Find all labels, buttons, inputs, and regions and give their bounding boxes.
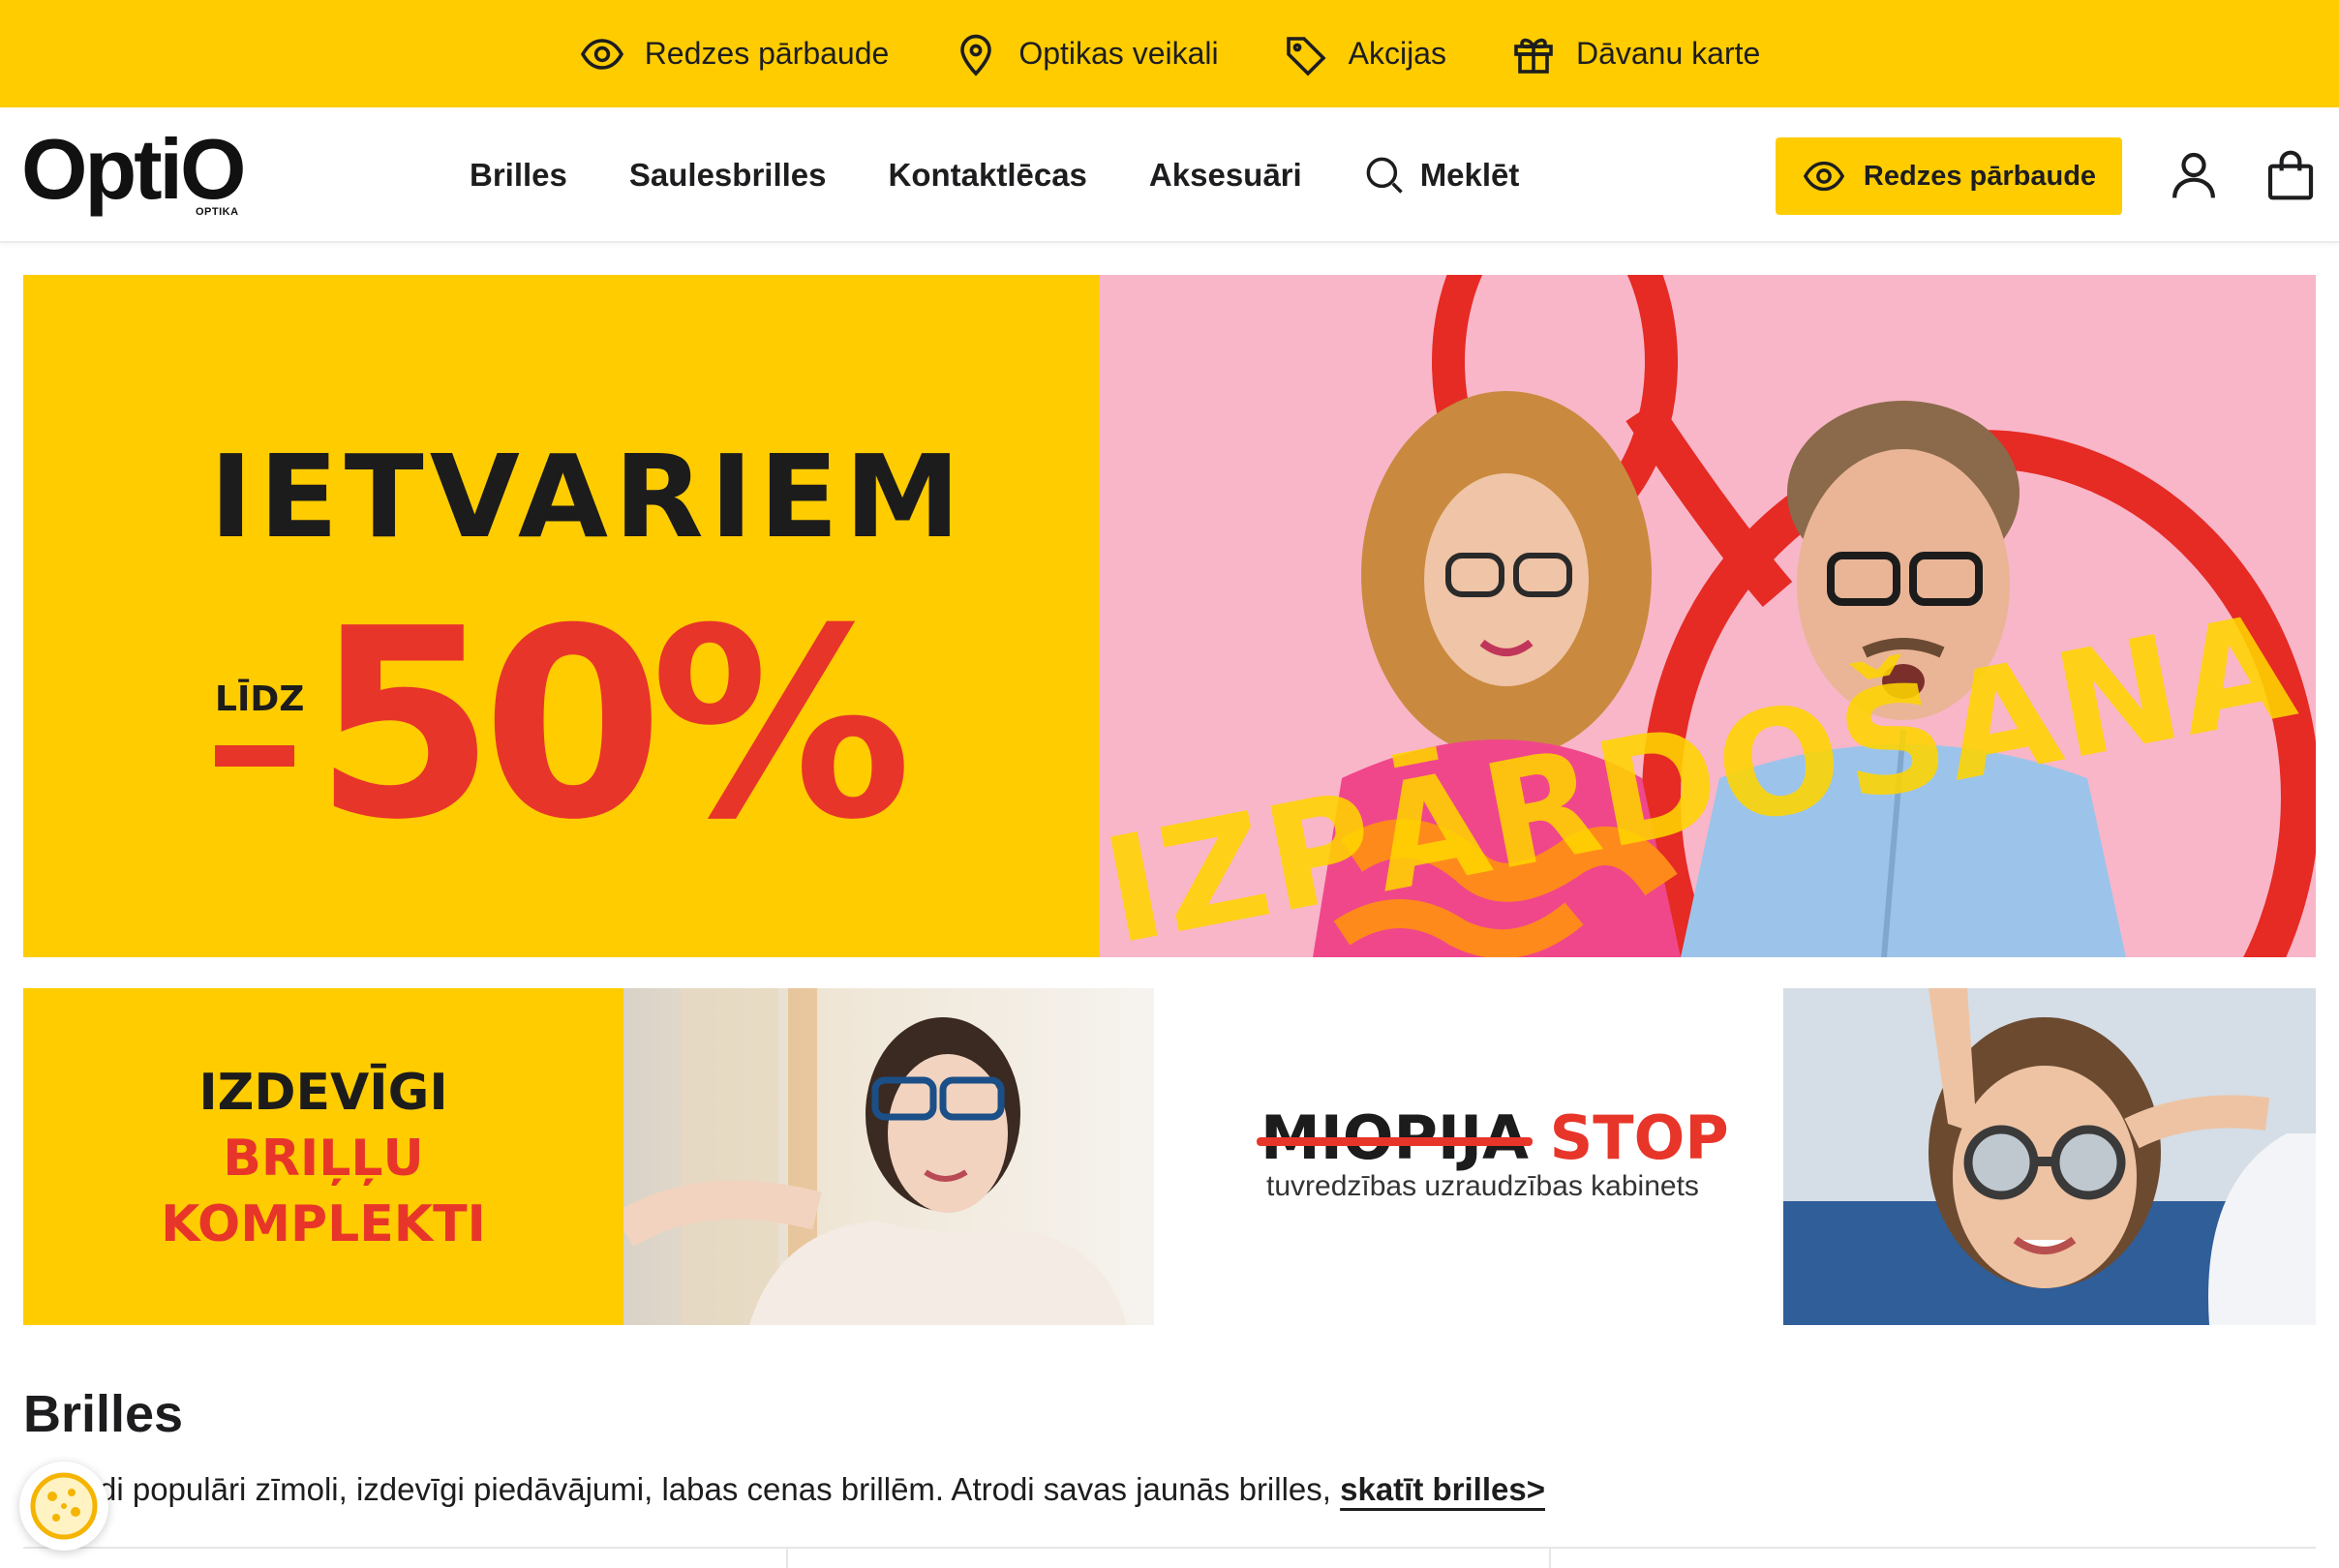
kits-text-panel: IZDEVĪGI BRIĻĻU KOMPLEKTI (23, 988, 623, 1325)
logo[interactable]: OptiO OPTIKA (21, 127, 263, 224)
top-utility-bar: Redzes pārbaude Optikas veikali Akcijas … (0, 0, 2339, 107)
topbar-link-stores[interactable]: Optikas veikali (953, 31, 1219, 77)
myopia-stop-banner[interactable]: MIOPIJA STOP tuvredzības uzraudzības kab… (1154, 988, 1783, 1325)
product-grid-top (23, 1547, 2316, 1568)
grid-divider (1549, 1549, 1551, 1568)
cookie-icon (30, 1472, 98, 1540)
tag-icon (1286, 36, 1326, 76)
kits-line-1: IZDEVĪGI (198, 1064, 448, 1122)
grid-divider (786, 1549, 788, 1568)
myopia-subtitle: tuvredzības uzraudzības kabinets (1266, 1170, 1699, 1202)
glasses-kits-banner[interactable]: IZDEVĪGI BRIĻĻU KOMPLEKTI (23, 988, 1154, 1325)
nav-item-glasses[interactable]: Brilles (470, 157, 567, 194)
shopping-bag-icon (2267, 150, 2314, 200)
view-glasses-link[interactable]: skatīt brilles> (1340, 1471, 1545, 1507)
map-pin-icon (960, 34, 992, 76)
main-nav: Brilles Saulesbrilles Kontaktlēcas Akses… (470, 107, 1519, 243)
hero-sale-banner[interactable]: IETVARIEM LĪDZ 50% IZPĀRDOŠANA (23, 275, 2316, 957)
gift-icon (1514, 38, 1553, 74)
logo-subtitle: OPTIKA (196, 206, 239, 218)
hero-discount: 50% (314, 572, 912, 877)
search-button[interactable]: Meklēt (1364, 155, 1520, 196)
nav-item-contact-lenses[interactable]: Kontaktlēcas (889, 157, 1087, 194)
topbar-link-label: Optikas veikali (1018, 36, 1219, 71)
kits-photo (623, 988, 1154, 1325)
main-header: OptiO OPTIKA Brilles Saulesbrilles Konta… (0, 107, 2339, 243)
topbar-link-label: Dāvanu karte (1575, 36, 1761, 71)
hero-text-panel: IETVARIEM LĪDZ 50% (23, 275, 1100, 957)
hero-title: IETVARIEM (209, 430, 967, 563)
kits-line-3: KOMPLEKTI (161, 1195, 486, 1253)
topbar-link-eye-exam[interactable]: Redzes pārbaude (579, 31, 890, 77)
user-icon (2172, 152, 2215, 198)
search-label: Meklēt (1419, 157, 1520, 193)
myopia-title: MIOPIJA STOP (1257, 1102, 1729, 1173)
eye-icon (580, 38, 623, 70)
eye-exam-button[interactable]: Redzes pārbaude (1776, 137, 2122, 215)
cookie-settings-button[interactable] (19, 1462, 108, 1551)
myopia-stop-word: STOP (1549, 1102, 1729, 1173)
topbar-link-sales[interactable]: Akcijas (1283, 31, 1446, 77)
topbar-link-label: Akcijas (1348, 36, 1446, 71)
topbar-link-gift-card[interactable]: Dāvanu karte (1510, 31, 1760, 77)
kits-line-2: BRIĻĻU (223, 1130, 424, 1188)
child-eye-exam-banner[interactable] (1783, 988, 2316, 1325)
search-icon (1366, 157, 1403, 194)
topbar-link-label: Redzes pārbaude (644, 36, 890, 71)
account-button[interactable] (2167, 148, 2221, 202)
myopia-strike (1257, 1137, 1534, 1146)
section-description-text: di populāri zīmoli, izdevīgi piedāvājumi… (99, 1471, 1341, 1507)
nav-item-sunglasses[interactable]: Saulesbrilles (629, 157, 827, 194)
eye-exam-button-label: Redzes pārbaude (1863, 160, 2097, 192)
cart-button[interactable] (2263, 148, 2318, 202)
nav-item-accessories[interactable]: Aksesuāri (1149, 157, 1302, 194)
hero-minus-sign (215, 745, 294, 767)
section-description: di populāri zīmoli, izdevīgi piedāvājumi… (23, 1471, 1545, 1508)
myopia-word: MIOPIJA (1257, 1102, 1534, 1173)
child-eye-exam-photo (1783, 988, 2316, 1325)
logo-text: OptiO (21, 121, 246, 217)
hero-photo: IZPĀRDOŠANA (1100, 275, 2316, 957)
eye-icon (1803, 161, 1845, 192)
hero-prefix: LĪDZ (215, 679, 305, 719)
section-title-glasses: Brilles (23, 1385, 184, 1443)
